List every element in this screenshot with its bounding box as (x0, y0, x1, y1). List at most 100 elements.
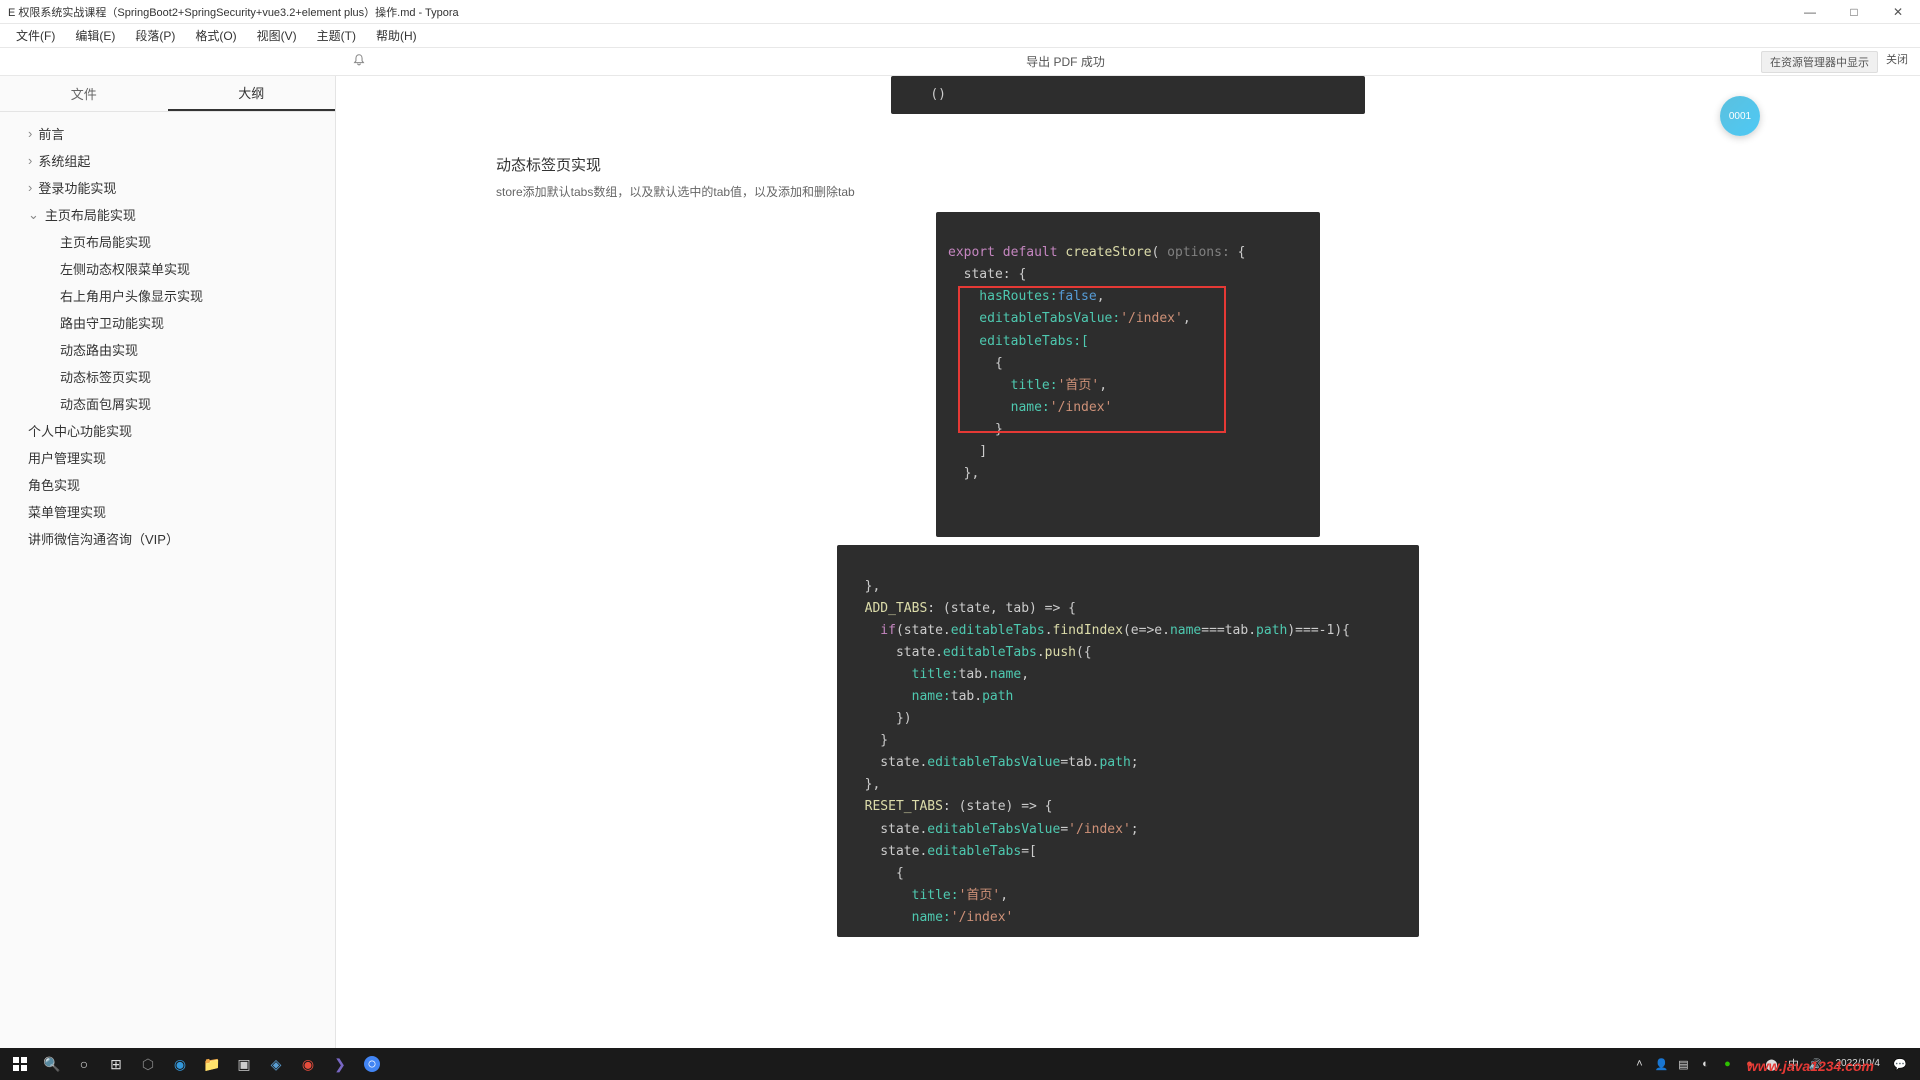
app-icon[interactable]: ⬡ (132, 1048, 164, 1080)
menu-file[interactable]: 文件(F) (8, 25, 63, 46)
chrome-icon[interactable] (356, 1048, 388, 1080)
code-prop: editableTabs (943, 645, 1037, 660)
menu-format[interactable]: 格式(O) (187, 25, 244, 46)
outline-label: 个人中心功能实现 (28, 421, 132, 440)
outline-item[interactable]: 主页布局能实现 (4, 201, 331, 228)
outline-item[interactable]: 登录功能实现 (4, 174, 331, 201)
code-text: state. (849, 844, 927, 859)
code-prop: editableTabsValue: (948, 311, 1120, 326)
outline-item[interactable]: 系统组起 (4, 147, 331, 174)
browser-icon[interactable]: ◉ (164, 1048, 196, 1080)
notifications-icon[interactable]: 💬 (1892, 1056, 1908, 1072)
outline-label: 系统组起 (38, 151, 90, 170)
outline-item[interactable]: 菜单管理实现 (4, 498, 331, 525)
code-text: . (1045, 623, 1053, 638)
bell-icon[interactable] (352, 53, 370, 71)
explorer-icon[interactable]: 📁 (196, 1048, 228, 1080)
tray-chevron-icon[interactable]: ˄ (1632, 1056, 1648, 1072)
code-prop: name: (849, 689, 951, 704)
code-str: '/index' (1068, 822, 1131, 837)
outline-item[interactable]: 讲师微信沟通咨询（VIP） (4, 525, 331, 552)
app-icon[interactable]: ❯ (324, 1048, 356, 1080)
outline-label: 主页布局能实现 (45, 205, 136, 224)
tray-wechat-icon[interactable]: ● (1720, 1056, 1736, 1072)
outline-label: 菜单管理实现 (28, 502, 106, 521)
app-icon[interactable]: ◉ (292, 1048, 324, 1080)
task-view-icon[interactable]: ⊞ (100, 1048, 132, 1080)
outline-item[interactable]: 角色实现 (4, 471, 331, 498)
tray-icon[interactable]: ▤ (1676, 1056, 1692, 1072)
code-text: editableTabs:[ (948, 334, 1089, 349)
outline-item[interactable]: 动态路由实现 (4, 336, 331, 363)
start-button[interactable] (4, 1048, 36, 1080)
titlebar: E 权限系统实战课程（SpringBoot2+SpringSecurity+vu… (0, 0, 1920, 24)
code-text: { (1230, 245, 1246, 260)
code-text: state: { (948, 267, 1026, 282)
outline-item[interactable]: 左侧动态权限菜单实现 (4, 255, 331, 282)
outline-label: 右上角用户头像显示实现 (60, 286, 203, 305)
minimize-button[interactable]: — (1796, 2, 1824, 22)
menu-theme[interactable]: 主题(T) (309, 25, 364, 46)
outline-item[interactable]: 右上角用户头像显示实现 (4, 282, 331, 309)
code-kw: default (1003, 245, 1058, 260)
code-text: state. (849, 755, 927, 770)
menu-edit[interactable]: 编辑(E) (67, 25, 123, 46)
code-text: (e=>e. (1123, 623, 1170, 638)
outline-item[interactable]: 主页布局能实现 (4, 228, 331, 255)
tray-icon[interactable]: ◐ (1698, 1056, 1714, 1072)
code-block[interactable]: export default createStore( options: { s… (936, 212, 1320, 537)
outline-label: 登录功能实现 (38, 178, 116, 197)
close-notification-button[interactable]: 关闭 (1886, 51, 1908, 73)
show-in-explorer-button[interactable]: 在资源管理器中显示 (1761, 51, 1878, 73)
code-prop: title: (849, 888, 959, 903)
close-button[interactable]: ✕ (1884, 2, 1912, 22)
top-right-actions: 在资源管理器中显示 关闭 (1761, 51, 1908, 73)
main-area: 文件 大纲 前言 系统组起 登录功能实现 主页布局能实现 主页布局能实现 左侧动… (0, 76, 1920, 1052)
code-text: state. (849, 822, 927, 837)
outline-item[interactable]: 路由守卫动能实现 (4, 309, 331, 336)
code-block[interactable]: }, ADD_TABS: (state, tab) => { if(state.… (837, 545, 1419, 937)
paragraph[interactable]: store添加默认tabs数组，以及默认选中的tab值，以及添加和删除tab (376, 183, 1880, 200)
maximize-button[interactable]: □ (1840, 2, 1868, 22)
code-prop: name: (849, 910, 951, 925)
code-fn: ADD_TABS (849, 601, 927, 616)
assistant-bubble[interactable]: 0001 (1720, 96, 1760, 136)
code-text: : (state, tab) => { (927, 601, 1076, 616)
cortana-icon[interactable]: ○ (68, 1048, 100, 1080)
code-text: )===-1){ (1287, 623, 1350, 638)
menu-view[interactable]: 视图(V) (249, 25, 305, 46)
tray-people-icon[interactable]: 👤 (1654, 1056, 1670, 1072)
code-kw: export (948, 245, 995, 260)
outline-label: 角色实现 (28, 475, 80, 494)
code-text: ] (948, 444, 987, 459)
outline-label: 动态路由实现 (60, 340, 138, 359)
code-text: ({ (1076, 645, 1092, 660)
code-prop: path (1099, 755, 1130, 770)
outline-item[interactable]: 个人中心功能实现 (4, 417, 331, 444)
menu-help[interactable]: 帮助(H) (368, 25, 425, 46)
code-str: '首页' (959, 888, 1001, 903)
code-fn: push (1045, 645, 1076, 660)
assistant-label: 0001 (1729, 111, 1751, 122)
outline-tree[interactable]: 前言 系统组起 登录功能实现 主页布局能实现 主页布局能实现 左侧动态权限菜单实… (0, 112, 335, 1052)
code-text: , (1000, 888, 1008, 903)
code-block[interactable]: () (891, 76, 1365, 114)
app-icon[interactable]: ◈ (260, 1048, 292, 1080)
heading[interactable]: 动态标签页实现 (376, 154, 1880, 175)
editor-content[interactable]: () 动态标签页实现 store添加默认tabs数组，以及默认选中的tab值，以… (336, 76, 1920, 1052)
menu-paragraph[interactable]: 段落(P) (127, 25, 183, 46)
outline-item[interactable]: 用户管理实现 (4, 444, 331, 471)
code-prop: name: (948, 400, 1050, 415)
code-text: state. (849, 645, 943, 660)
outline-item[interactable]: 动态标签页实现 (4, 363, 331, 390)
menubar: 文件(F) 编辑(E) 段落(P) 格式(O) 视图(V) 主题(T) 帮助(H… (0, 24, 1920, 48)
tab-outline[interactable]: 大纲 (168, 76, 336, 111)
code-val: false (1058, 289, 1097, 304)
search-icon[interactable]: 🔍 (36, 1048, 68, 1080)
outline-item[interactable]: 前言 (4, 120, 331, 147)
outline-item[interactable]: 动态面包屑实现 (4, 390, 331, 417)
app-icon[interactable]: ▣ (228, 1048, 260, 1080)
code-text: } (849, 733, 888, 748)
tab-files[interactable]: 文件 (0, 76, 168, 111)
code-text: =tab. (1060, 755, 1099, 770)
